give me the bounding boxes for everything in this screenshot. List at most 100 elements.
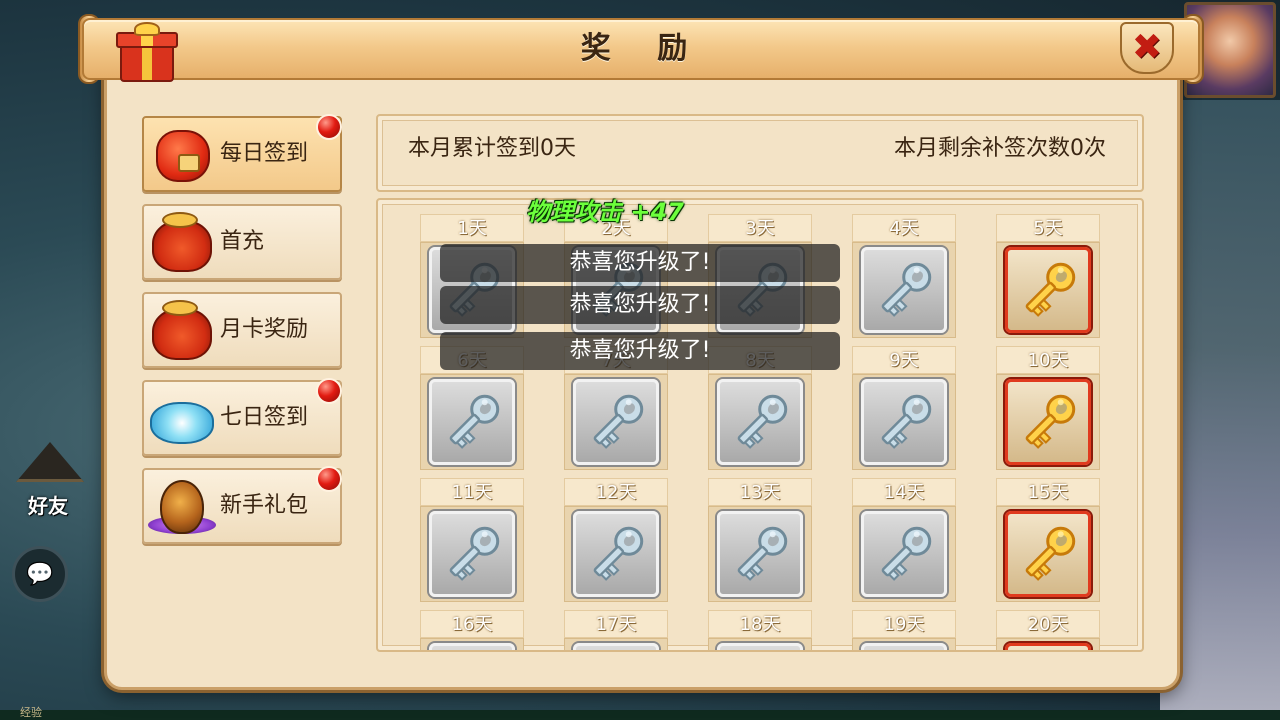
magic-egg-icon	[148, 476, 216, 536]
day-label: 17天	[564, 610, 668, 638]
silver-key-icon	[449, 394, 500, 449]
silver-key-icon	[593, 526, 644, 581]
reward-item[interactable]	[861, 379, 947, 465]
notification-dot-icon	[316, 378, 342, 404]
day-reward-slot	[708, 374, 812, 470]
reward-item[interactable]	[861, 247, 947, 333]
reward-item[interactable]	[861, 643, 947, 650]
day-cell[interactable]: 15天	[996, 478, 1100, 602]
day-reward-slot	[996, 242, 1100, 338]
day-cell[interactable]: 18天	[708, 610, 812, 650]
sign-in-info-bar: 本月累计签到0天 本月剩余补签次数0次	[376, 114, 1144, 192]
notification-dot-icon	[316, 114, 342, 140]
day-cell[interactable]: 16天	[420, 610, 524, 650]
menu-label: 月卡奖励	[220, 317, 309, 342]
reward-item[interactable]	[1005, 511, 1091, 597]
day-cell[interactable]: 14天	[852, 478, 956, 602]
silver-key-icon	[593, 394, 644, 449]
day-reward-slot	[420, 638, 524, 650]
exp-label: 经验	[20, 706, 42, 719]
menu-newbie-pack[interactable]: 新手礼包	[142, 466, 342, 544]
day-label: 10天	[996, 346, 1100, 374]
menu-seven-day-sign-in[interactable]: 七日签到	[142, 378, 342, 456]
day-reward-slot	[852, 638, 956, 650]
close-icon: ✖	[1131, 27, 1163, 68]
gold-key-icon	[1025, 526, 1076, 581]
day-reward-slot	[852, 242, 956, 338]
day-cell[interactable]: 20天	[996, 610, 1100, 650]
silver-key-icon	[449, 526, 500, 581]
day-cell[interactable]: 11天	[420, 478, 524, 602]
day-reward-slot	[996, 374, 1100, 470]
day-cell[interactable]: 10天	[996, 346, 1100, 470]
attack-bonus-float-text: 物理攻击 +47	[526, 198, 684, 226]
gold-key-icon	[1025, 394, 1076, 449]
day-label: 20天	[996, 610, 1100, 638]
silver-key-icon	[881, 394, 932, 449]
red-envelope-icon	[148, 124, 214, 184]
day-label: 1天	[420, 214, 524, 242]
day-reward-slot	[852, 374, 956, 470]
day-reward-slot	[564, 638, 668, 650]
chat-bubble-icon: 💬	[26, 561, 54, 587]
day-label: 12天	[564, 478, 668, 506]
silver-key-icon	[737, 526, 788, 581]
day-cell[interactable]: 9天	[852, 346, 956, 470]
menu-label: 首充	[220, 229, 265, 254]
menu-daily-sign-in[interactable]: 每日签到	[142, 114, 342, 192]
close-button[interactable]: ✖	[1120, 22, 1174, 74]
day-reward-slot	[564, 506, 668, 602]
day-cell[interactable]: 13天	[708, 478, 812, 602]
reward-item[interactable]	[717, 643, 803, 650]
day-label: 16天	[420, 610, 524, 638]
reward-item[interactable]	[1005, 379, 1091, 465]
day-label: 5天	[996, 214, 1100, 242]
reward-item[interactable]	[429, 643, 515, 650]
day-cell[interactable]: 5天	[996, 214, 1100, 338]
day-reward-slot	[420, 506, 524, 602]
day-reward-slot	[420, 374, 524, 470]
day-cell[interactable]: 19天	[852, 610, 956, 650]
day-label: 19天	[852, 610, 956, 638]
menu-first-recharge[interactable]: 首充	[142, 204, 342, 280]
level-up-toast: 恭喜您升级了!	[440, 286, 840, 324]
day-label: 15天	[996, 478, 1100, 506]
day-reward-slot	[564, 374, 668, 470]
reward-item[interactable]	[429, 511, 515, 597]
day-label: 13天	[708, 478, 812, 506]
day-label: 11天	[420, 478, 524, 506]
day-cell[interactable]: 17天	[564, 610, 668, 650]
day-cell[interactable]: 4天	[852, 214, 956, 338]
signed-days-count: 本月累计签到0天	[408, 136, 576, 161]
reward-item[interactable]	[1005, 643, 1091, 650]
day-label: 4天	[852, 214, 956, 242]
exp-bar	[0, 710, 1280, 720]
reward-item[interactable]	[717, 511, 803, 597]
day-label: 9天	[852, 346, 956, 374]
menu-monthly-card[interactable]: 月卡奖励	[142, 292, 342, 368]
day-reward-slot	[996, 506, 1100, 602]
reward-item[interactable]	[861, 511, 947, 597]
level-up-toast: 恭喜您升级了!	[440, 332, 840, 370]
level-up-toast: 恭喜您升级了!	[440, 244, 840, 282]
treasure-bag-icon	[148, 212, 214, 272]
day-cell[interactable]: 12天	[564, 478, 668, 602]
cloud-gift-icon	[148, 388, 214, 448]
reward-item[interactable]	[717, 379, 803, 465]
straw-hat-icon	[16, 442, 84, 482]
title-bar: 奖 励	[82, 18, 1200, 80]
reward-item[interactable]	[573, 379, 659, 465]
day-label: 18天	[708, 610, 812, 638]
reward-item[interactable]	[429, 379, 515, 465]
reward-item[interactable]	[573, 643, 659, 650]
reward-item[interactable]	[573, 511, 659, 597]
friends-button[interactable]: 好友	[12, 442, 88, 518]
dialog-title: 奖 励	[580, 31, 706, 66]
silver-key-icon	[881, 526, 932, 581]
day-reward-slot	[996, 638, 1100, 650]
day-reward-slot	[852, 506, 956, 602]
gift-box-icon	[116, 22, 178, 84]
chat-button[interactable]: 💬	[12, 546, 68, 602]
reward-item[interactable]	[1005, 247, 1091, 333]
friends-label: 好友	[28, 494, 68, 518]
